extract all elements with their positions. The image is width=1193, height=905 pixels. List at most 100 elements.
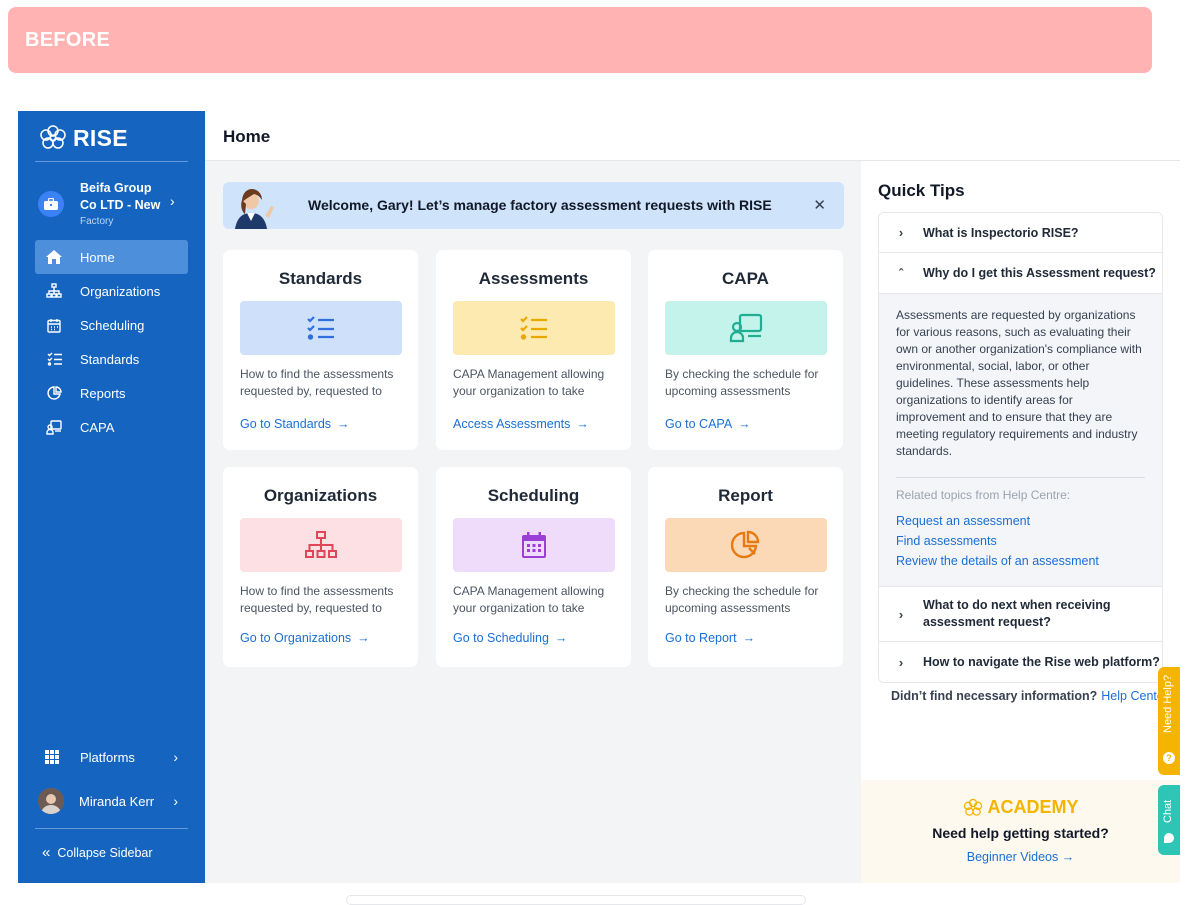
nav-item-home[interactable]: Home (35, 240, 188, 274)
card-link-label: Go to Organizations (240, 631, 352, 645)
nav-item-standards[interactable]: Standards (35, 342, 188, 376)
collapse-label: Collapse Sidebar (57, 845, 153, 860)
card-standards: Standards How to find the assessments re… (223, 250, 418, 450)
arrow-right-icon: → (357, 631, 370, 645)
chevron-up-icon: ˆ (898, 265, 904, 281)
nav-label: Standards (80, 351, 140, 367)
card-title: Report (718, 486, 773, 505)
card-capa: CAPA By checking the schedule for upcomi… (648, 250, 843, 450)
tip-question-label: What is Inspectorio RISE? (923, 225, 1079, 240)
nav-label: CAPA (80, 419, 115, 435)
brand-name: RISE (73, 124, 128, 151)
academy-heading: Need help getting started? (932, 825, 1109, 841)
bottom-element-fragment (346, 895, 806, 905)
avatar (38, 788, 64, 814)
checklist-icon (45, 350, 63, 368)
nav-item-organizations[interactable]: Organizations (35, 274, 188, 308)
card-link-label: Go to Scheduling (453, 631, 549, 645)
organizations-icon (45, 282, 63, 300)
chat-bubble-icon (1164, 833, 1174, 843)
tip-question-expanded[interactable]: ˆ Why do I get this Assessment request? (879, 253, 1162, 294)
help-icon: ? (1163, 752, 1175, 764)
related-link[interactable]: Review the details of an assessment (896, 553, 1145, 570)
not-found-text: Didn’t find necessary information? (891, 689, 1098, 703)
org-name: Beifa Group Co LTD - New (80, 181, 161, 212)
card-title: Assessments (478, 269, 589, 288)
home-icon (45, 248, 63, 266)
tips-accordion: › What is Inspectorio RISE? ˆ Why do I g… (878, 212, 1163, 683)
organizations-icon (305, 531, 337, 558)
academy-logo: ACADEMY (861, 797, 1180, 818)
academy-brand: ACADEMY (987, 797, 1079, 817)
briefcase-icon (38, 191, 64, 217)
card-description: How to find the assessments requested by… (240, 584, 394, 615)
collapse-sidebar-button[interactable]: « Collapse Sidebar (42, 844, 153, 861)
checklist-icon (307, 316, 334, 340)
card-scheduling: Scheduling CAPA Management allowing your… (436, 467, 631, 667)
welcome-message: Welcome, Gary! Let’s manage factory asse… (308, 197, 772, 213)
chevron-right-icon: › (173, 793, 178, 809)
nav-item-reports[interactable]: Reports (35, 376, 188, 410)
nav-label: Home (80, 249, 115, 265)
beginner-videos-link[interactable]: Beginner Videos → (861, 850, 1180, 864)
top-bar: Home (205, 111, 1180, 161)
arrow-right-icon: → (738, 417, 751, 431)
card-link-standards[interactable]: Go to Standards → (240, 417, 350, 431)
app-window: RISE Beifa Group Co LTD - New Factory › … (18, 111, 1180, 883)
card-icon-box (665, 301, 827, 355)
calendar-icon (45, 316, 63, 334)
sidebar-divider (35, 828, 188, 829)
related-link[interactable]: Request an assessment (896, 513, 1145, 530)
academy-promo: ACADEMY Need help getting started? Begin… (861, 780, 1180, 883)
sidebar: RISE Beifa Group Co LTD - New Factory › … (18, 111, 205, 883)
nav-item-scheduling[interactable]: Scheduling (35, 308, 188, 342)
need-help-label: Need Help? (1162, 674, 1174, 733)
card-link-organizations[interactable]: Go to Organizations → (240, 631, 370, 645)
chat-tab[interactable]: Chat (1158, 785, 1180, 855)
card-title: Organizations (263, 486, 378, 505)
card-icon-box (240, 518, 402, 572)
card-report: Report By checking the schedule for upco… (648, 467, 843, 667)
card-title: CAPA (722, 269, 769, 288)
card-description: How to find the assessments requested by… (240, 367, 394, 398)
card-title: Scheduling (487, 486, 580, 505)
tip-answer: Assessments are requested by organizatio… (879, 294, 1162, 587)
chevron-right-icon: › (898, 606, 904, 622)
page-title: Home (223, 127, 271, 146)
tip-question[interactable]: › What is Inspectorio RISE? (879, 213, 1162, 253)
need-help-tab[interactable]: Need Help? ? (1158, 667, 1180, 775)
tip-question-label: Why do I get this Assessment request? (923, 266, 1156, 280)
card-link-capa[interactable]: Go to CAPA → (665, 417, 751, 431)
arrow-right-icon: → (337, 417, 350, 431)
welcome-banner: Welcome, Gary! Let’s manage factory asse… (223, 182, 844, 229)
close-icon[interactable]: ✕ (813, 196, 826, 214)
help-center-prompt: Didn’t find necessary information? Help C… (891, 689, 1168, 703)
tip-question[interactable]: › What to do next when receiving assessm… (879, 587, 1162, 642)
tip-answer-text: Assessments are requested by organizatio… (896, 308, 1142, 458)
platforms-menu[interactable]: Platforms › (35, 740, 188, 774)
user-menu[interactable]: Miranda Kerr › (35, 784, 188, 818)
card-link-report[interactable]: Go to Report → (665, 631, 755, 645)
org-switcher[interactable]: Beifa Group Co LTD - New Factory › (38, 179, 188, 231)
pie-chart-icon (731, 530, 760, 559)
nav-item-capa[interactable]: CAPA (35, 410, 188, 444)
related-link[interactable]: Find assessments (896, 533, 1145, 550)
grid-icon (45, 750, 63, 764)
capa-icon (729, 313, 763, 343)
card-link-assessments[interactable]: Access Assessments → (453, 417, 589, 431)
card-icon-box (240, 301, 402, 355)
tip-question-label: What to do next when receiving assessmen… (923, 598, 1111, 629)
card-link-scheduling[interactable]: Go to Scheduling → (453, 631, 567, 645)
card-description: CAPA Management allowing your organizati… (453, 367, 605, 398)
tip-question-label: How to navigate the Rise web platform? (923, 655, 1160, 669)
arrow-right-icon: → (576, 417, 589, 431)
reports-icon (45, 384, 63, 402)
nav-label: Scheduling (80, 317, 145, 333)
chevron-right-icon: › (173, 749, 178, 765)
rise-logo[interactable]: RISE (38, 124, 128, 152)
card-description: CAPA Management allowing your organizati… (453, 584, 605, 615)
user-name: Miranda Kerr (79, 793, 155, 809)
tip-question[interactable]: › How to navigate the Rise web platform? (879, 642, 1162, 682)
quick-tips-title: Quick Tips (878, 181, 965, 200)
chevron-right-icon: › (898, 225, 904, 240)
